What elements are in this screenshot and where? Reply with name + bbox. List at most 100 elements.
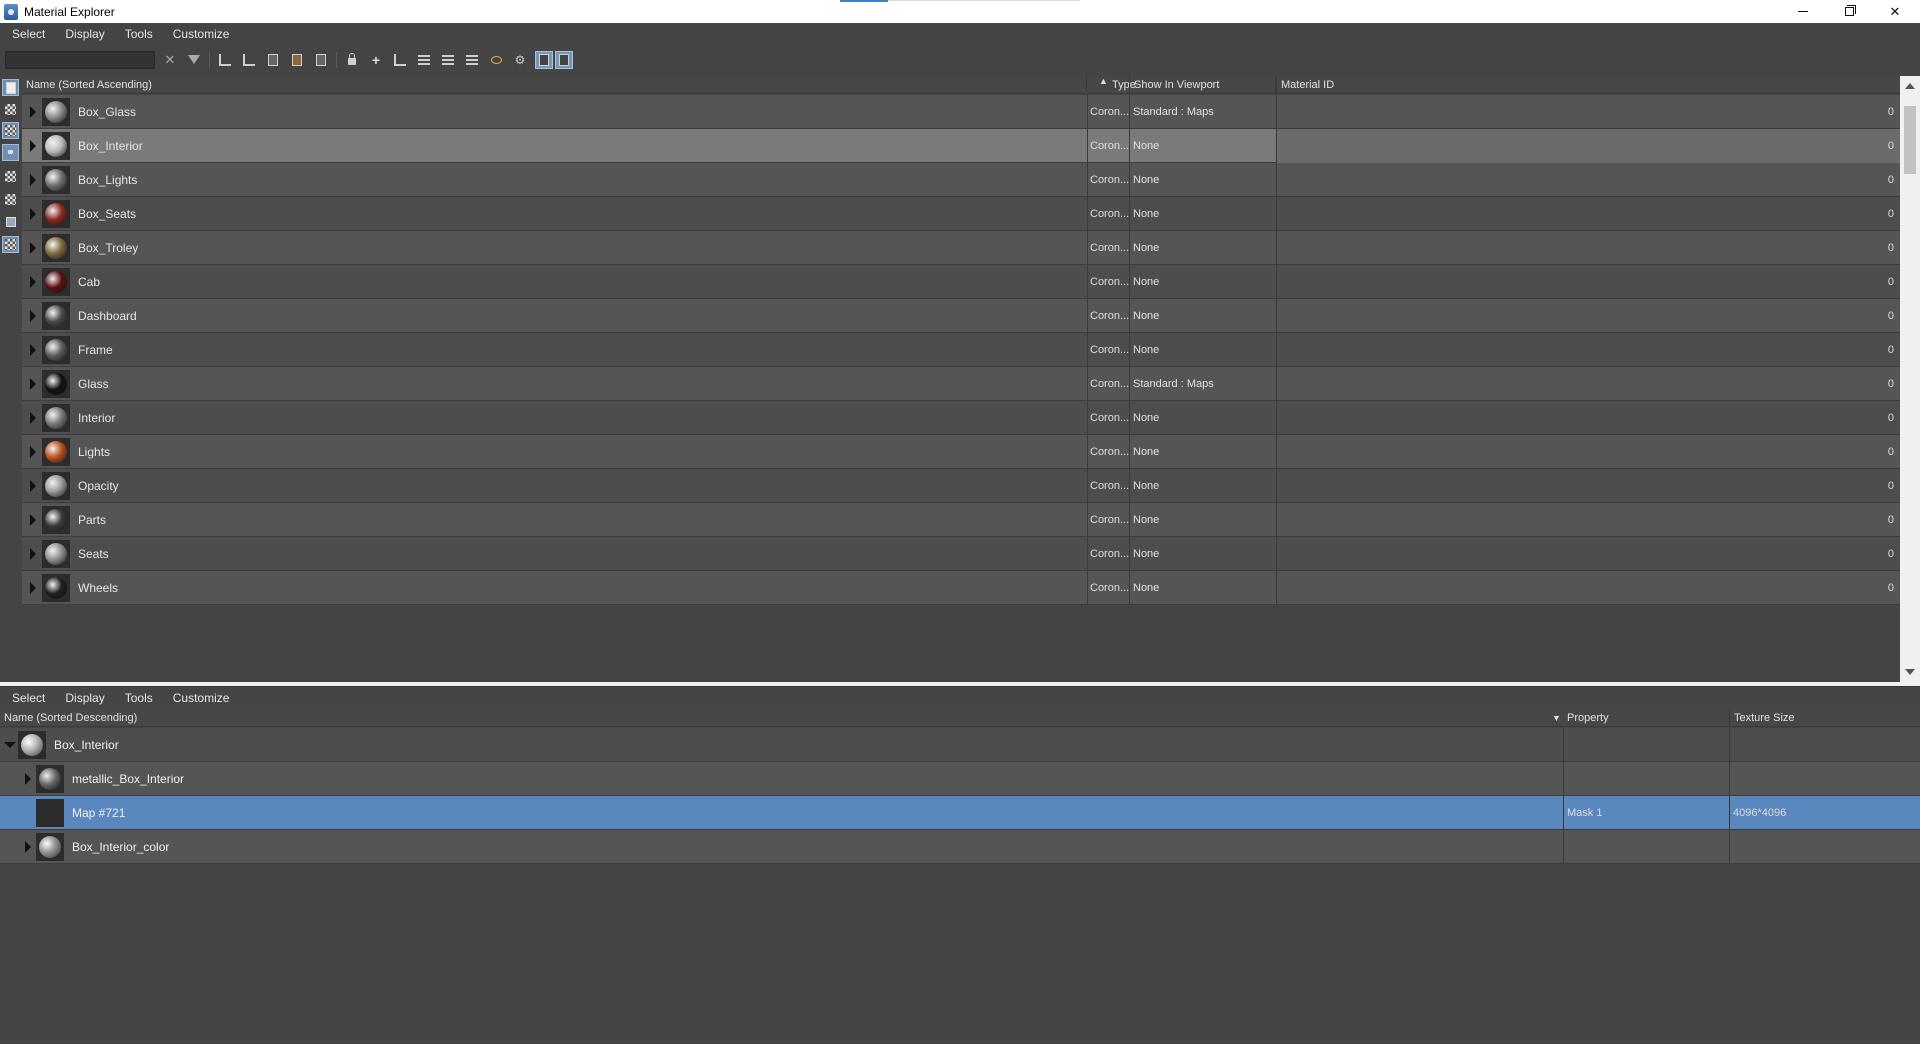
tree-row[interactable]: metallic_Box_Interior [0,762,1920,796]
bottom-column-header-texture-size[interactable]: Texture Size [1729,709,1920,727]
material-show-in-viewport[interactable]: None [1129,129,1276,163]
lock-button[interactable] [343,51,361,69]
column-header-viewport[interactable]: Show In Viewport [1129,76,1276,94]
material-row[interactable]: Box_Troley Coron... None 0 [22,231,1900,265]
side-display-maps[interactable] [2,101,19,118]
material-row[interactable]: Interior Coron... None 0 [22,401,1900,435]
expand-arrow-icon[interactable] [30,310,36,322]
side-display-materials[interactable] [2,79,19,96]
column-header-name[interactable]: Name (Sorted Ascending) [22,76,1087,94]
material-row[interactable]: Box_Lights Coron... None 0 [22,163,1900,197]
column-header-material-id[interactable]: Material ID [1276,76,1900,94]
collapse-arrow-icon[interactable] [4,742,16,748]
material-row[interactable]: Dashboard Coron... None 0 [22,299,1900,333]
expand-arrow-icon[interactable] [30,412,36,424]
column-header-type[interactable]: Type [1108,76,1136,94]
menu-display[interactable]: Display [53,27,112,41]
material-row[interactable]: Parts Coron... None 0 [22,503,1900,537]
expand-arrow-icon[interactable] [30,242,36,254]
filter-button[interactable] [185,51,203,69]
scroll-up-arrow[interactable] [1905,83,1915,89]
expand-arrow-icon[interactable] [30,514,36,526]
material-show-in-viewport[interactable]: None [1129,197,1276,231]
material-row[interactable]: Wheels Coron... None 0 [22,571,1900,605]
expand-arrow-icon[interactable] [30,208,36,220]
add-button[interactable]: + [367,51,385,69]
stack-alt-button[interactable] [463,51,481,69]
bottom-menu-tools[interactable]: Tools [113,691,161,705]
menu-customize[interactable]: Customize [161,27,238,41]
material-show-in-viewport[interactable]: None [1129,231,1276,265]
bottom-menu-select[interactable]: Select [0,691,53,705]
side-display-textures[interactable] [2,122,19,139]
material-show-in-viewport[interactable]: None [1129,401,1276,435]
display-grid-button[interactable] [535,50,553,69]
bottom-column-header-property[interactable]: Property [1563,709,1729,727]
material-row[interactable]: Seats Coron... None 0 [22,537,1900,571]
side-display-scene[interactable] [2,168,19,185]
material-row-selected[interactable]: Box_Interior Coron... None 0 [22,129,1900,163]
material-show-in-viewport[interactable]: None [1129,469,1276,503]
scroll-down-arrow[interactable] [1905,669,1915,675]
minimize-button[interactable] [1780,0,1826,23]
material-show-in-viewport[interactable]: None [1129,163,1276,197]
material-row[interactable]: Box_Seats Coron... None 0 [22,197,1900,231]
tree-expand-button[interactable] [216,51,234,69]
material-show-in-viewport[interactable]: None [1129,537,1276,571]
expand-arrow-icon[interactable] [30,106,36,118]
expand-arrow-icon[interactable] [25,773,31,785]
expand-arrow-icon[interactable] [30,276,36,288]
material-show-in-viewport[interactable]: None [1129,265,1276,299]
expand-arrow-icon[interactable] [25,841,31,853]
side-display-unused[interactable] [2,191,19,208]
display-material-button[interactable] [264,51,282,69]
expand-arrow-icon[interactable] [30,344,36,356]
tree-collapse-button[interactable] [240,51,258,69]
expand-arrow-icon[interactable] [30,140,36,152]
material-row[interactable]: Glass Coron... Standard : Maps 0 [22,367,1900,401]
bottom-menu-display[interactable]: Display [53,691,112,705]
close-button[interactable]: ✕ [1872,0,1918,23]
bottom-column-header-name[interactable]: Name (Sorted Descending) [0,709,1550,727]
display-maps-button[interactable] [288,51,306,69]
material-show-in-viewport[interactable]: Standard : Maps [1129,95,1276,129]
hierarchy-button[interactable] [391,51,409,69]
material-show-in-viewport[interactable]: None [1129,299,1276,333]
tree-row[interactable]: Box_Interior [0,728,1920,762]
material-row[interactable]: Opacity Coron... None 0 [22,469,1900,503]
menu-select[interactable]: Select [0,27,53,41]
view-button[interactable] [487,51,505,69]
material-show-in-viewport[interactable]: None [1129,503,1276,537]
expand-arrow-icon[interactable] [30,548,36,560]
search-input[interactable] [5,50,155,69]
restore-button[interactable] [1826,0,1872,23]
material-row[interactable]: Cab Coron... None 0 [22,265,1900,299]
menu-tools[interactable]: Tools [113,27,161,41]
material-show-in-viewport[interactable]: Standard : Maps [1129,367,1276,401]
material-show-in-viewport[interactable]: None [1129,435,1276,469]
expand-arrow-icon[interactable] [30,480,36,492]
display-grid-alt-button[interactable] [555,50,573,69]
material-show-in-viewport[interactable]: None [1129,571,1276,605]
options-button[interactable]: ⚙ [511,51,529,69]
tree-row-selected[interactable]: Map #721 Mask 1 4096*4096 [0,796,1920,830]
expand-arrow-icon[interactable] [30,174,36,186]
layers-button[interactable] [415,51,433,69]
expand-arrow-icon[interactable] [30,582,36,594]
scrollbar-thumb[interactable] [1904,106,1916,174]
material-row[interactable]: Lights Coron... None 0 [22,435,1900,469]
material-row[interactable]: Box_Glass Coron... Standard : Maps 0 [22,95,1900,129]
vertical-scrollbar[interactable] [1900,76,1920,682]
side-display-links[interactable]: ⚭ [2,144,19,161]
expand-arrow-icon[interactable] [30,446,36,458]
stack-button[interactable] [439,51,457,69]
material-show-in-viewport[interactable]: None [1129,333,1276,367]
tree-row[interactable]: Box_Interior_color [0,830,1920,864]
bottom-menu-customize[interactable]: Customize [161,691,238,705]
display-objects-button[interactable] [312,51,330,69]
side-display-all[interactable] [2,236,19,253]
clear-search-button[interactable]: ✕ [161,51,179,69]
expand-arrow-icon[interactable] [30,378,36,390]
material-row[interactable]: Frame Coron... None 0 [22,333,1900,367]
side-display-objects[interactable] [2,213,19,230]
